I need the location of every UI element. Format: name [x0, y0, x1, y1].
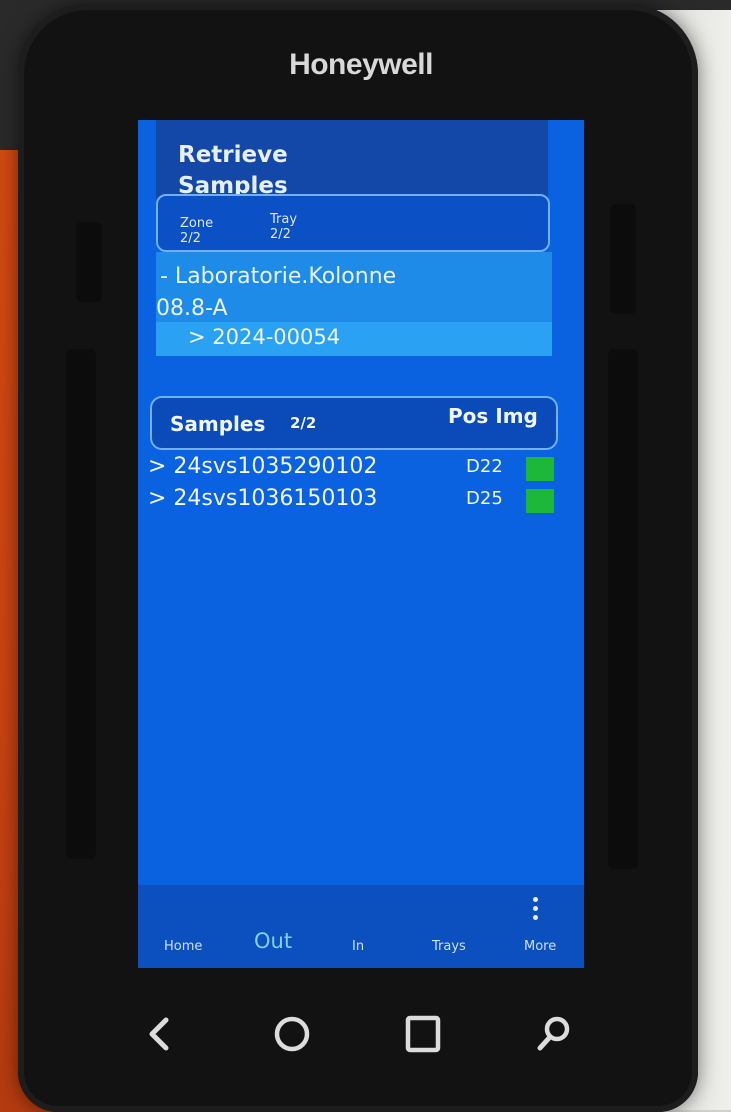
- nav-more[interactable]: More: [524, 939, 556, 954]
- location-block[interactable]: - Laboratorie.Kolonne 08.8-A: [156, 252, 552, 330]
- tray-info: Tray 2/2: [270, 212, 297, 242]
- side-button-right-lower: [608, 349, 638, 869]
- order-number: > 2024-00054: [188, 325, 341, 349]
- pos-img-header: Pos Img: [448, 404, 538, 428]
- nav-home[interactable]: Home: [164, 939, 202, 954]
- samples-label: Samples: [170, 412, 266, 436]
- sample-row[interactable]: > 24svs1035290102 D22: [148, 454, 558, 484]
- sample-row[interactable]: > 24svs1036150103 D25: [148, 486, 558, 516]
- zone-info: Zone 2/2: [180, 216, 213, 246]
- tray-label: Tray: [270, 212, 298, 227]
- search-icon[interactable]: [534, 1014, 574, 1054]
- zone-value: 2/2: [180, 231, 201, 246]
- back-icon[interactable]: [144, 1014, 176, 1054]
- bottom-navigation: Home Out In Trays More: [138, 885, 584, 968]
- title-line-1: Retrieve: [178, 142, 288, 168]
- sample-id: > 24svs1035290102: [148, 454, 378, 479]
- brand-logo: Honeywell: [289, 48, 433, 81]
- location-name: - Laboratorie.Kolonne: [160, 264, 397, 289]
- order-row[interactable]: > 2024-00054: [156, 322, 552, 356]
- app-screen: Retrieve Samples Zone 2/2 Tray 2/2 - Lab…: [138, 120, 584, 968]
- zone-label: Zone: [180, 216, 214, 231]
- side-button-right-upper: [610, 204, 636, 314]
- sample-status-indicator: [526, 457, 554, 481]
- sample-position: D25: [466, 488, 503, 509]
- system-navigation-bar: [138, 1000, 584, 1080]
- page-title: Retrieve Samples: [178, 140, 288, 202]
- more-vertical-icon[interactable]: [532, 897, 540, 924]
- sample-position: D22: [466, 456, 503, 477]
- samples-header: Samples 2/2 Pos Img: [150, 396, 558, 450]
- nav-in[interactable]: In: [352, 939, 364, 954]
- nav-trays[interactable]: Trays: [432, 939, 466, 954]
- zone-tray-card[interactable]: Zone 2/2 Tray 2/2: [156, 194, 550, 252]
- samples-count: 2/2: [290, 414, 317, 432]
- tray-value: 2/2: [270, 227, 291, 242]
- side-button-left-lower: [66, 349, 96, 859]
- nav-out[interactable]: Out: [254, 929, 292, 953]
- home-circle-icon[interactable]: [272, 1014, 312, 1054]
- sample-id: > 24svs1036150103: [148, 486, 378, 511]
- page-header: Retrieve Samples: [156, 120, 548, 202]
- sample-status-indicator: [526, 489, 554, 513]
- recents-square-icon[interactable]: [404, 1014, 442, 1054]
- side-button-left-upper: [76, 222, 102, 302]
- location-code: 08.8-A: [156, 296, 228, 321]
